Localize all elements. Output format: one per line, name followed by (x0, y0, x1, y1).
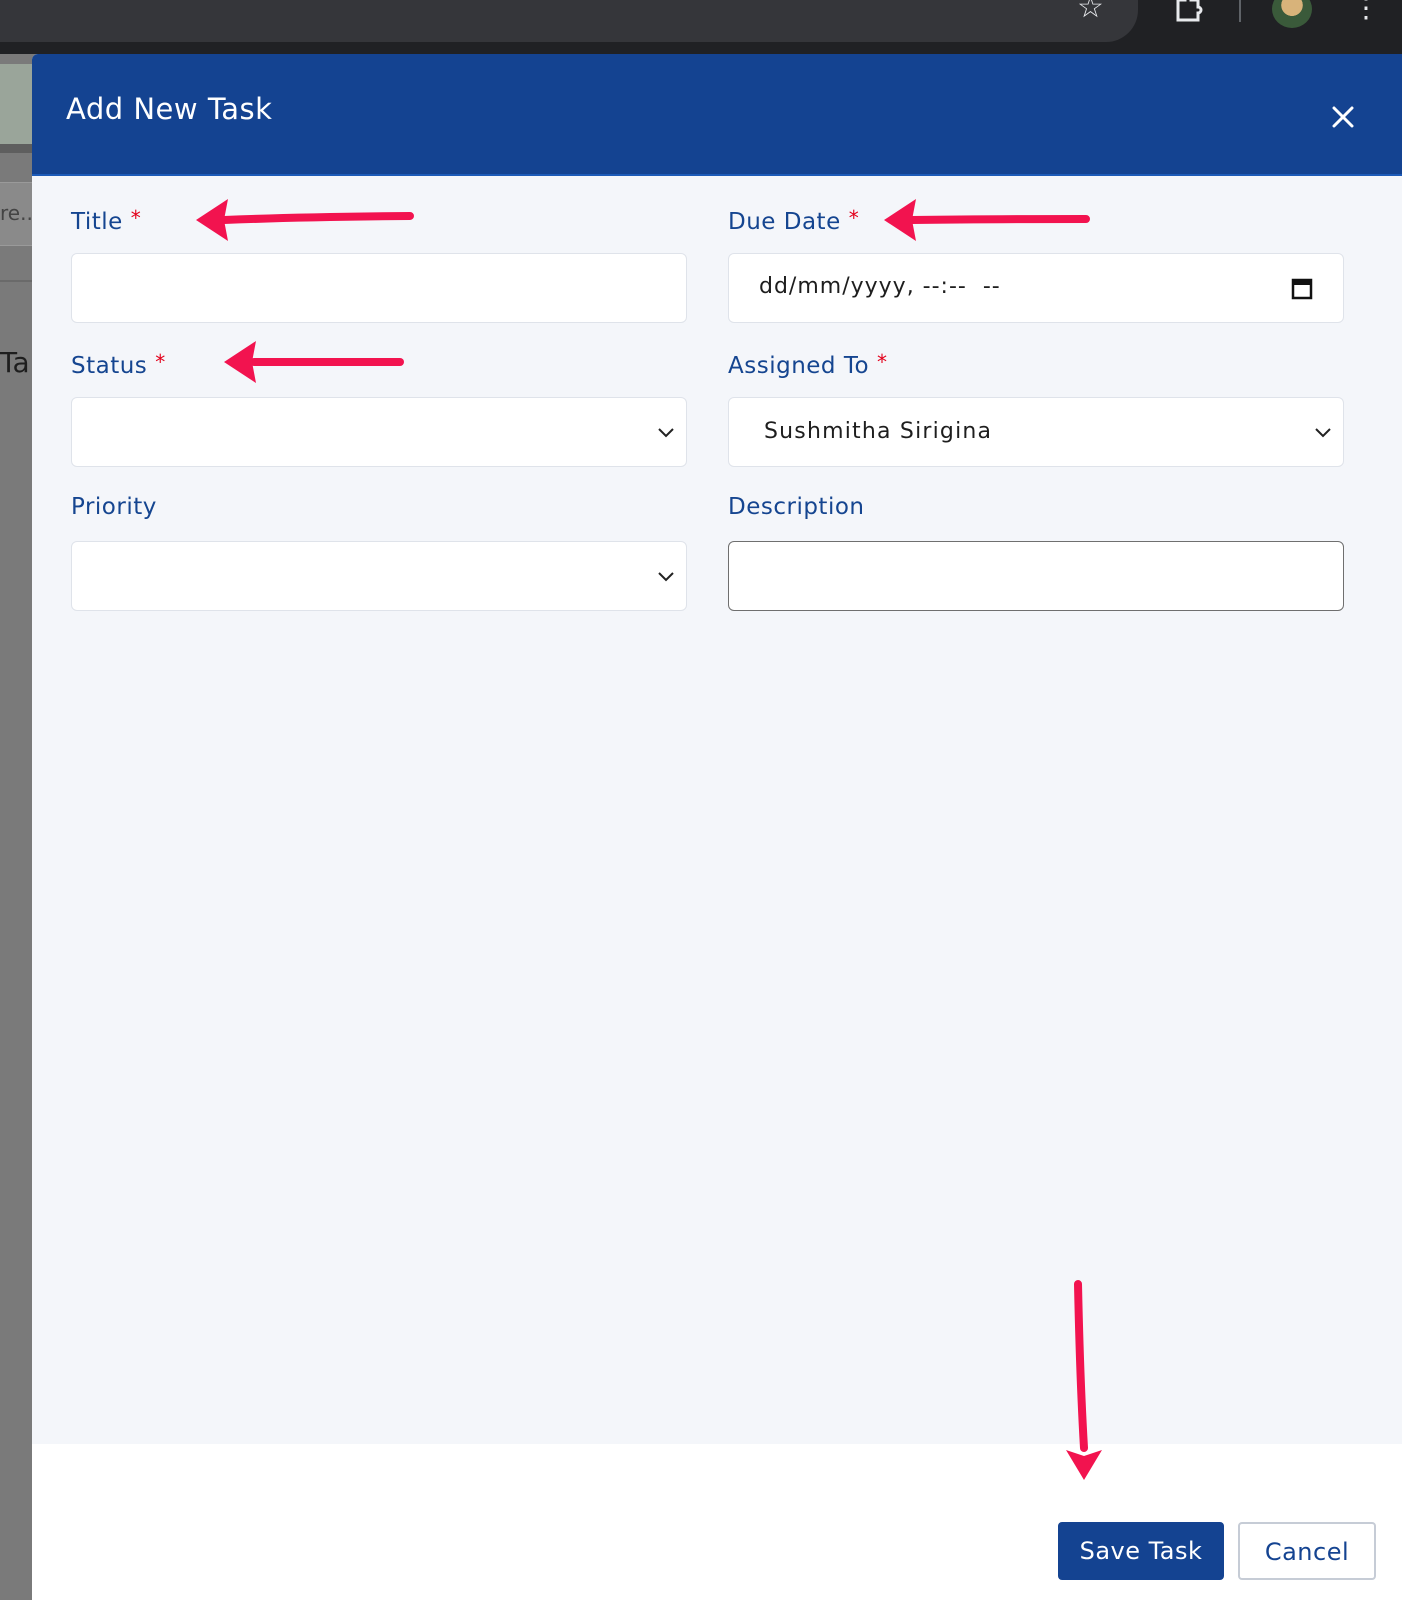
priority-label: Priority (71, 494, 157, 520)
modal-body: Title * Due Date * dd/mm/yyyy, --:-- -- St… (32, 176, 1402, 1444)
cancel-button[interactable]: Cancel (1238, 1522, 1376, 1580)
browser-toolbar: ☆ ⋮ (0, 0, 1402, 54)
priority-label-text: Priority (71, 494, 157, 520)
toolbar-divider (1239, 0, 1241, 22)
description-label: Description (728, 494, 865, 520)
chevron-down-icon (656, 422, 676, 442)
browser-address-area (0, 0, 1138, 42)
assigned-to-label-text: Assigned To (728, 353, 870, 379)
status-select[interactable] (71, 397, 687, 467)
required-marker: * (877, 350, 888, 374)
due-date-label-text: Due Date (728, 209, 841, 235)
assigned-to-select[interactable]: Sushmitha Sirigina (728, 397, 1344, 467)
title-input[interactable] (71, 253, 687, 323)
modal-header: Add New Task (32, 54, 1402, 176)
assigned-to-selected-value: Sushmitha Sirigina (764, 419, 993, 444)
background-heading: Ta (0, 346, 30, 379)
chevron-down-icon (1313, 422, 1333, 442)
assigned-to-label: Assigned To * (728, 350, 888, 379)
profile-avatar[interactable] (1272, 0, 1312, 28)
close-icon[interactable] (1328, 102, 1358, 132)
kebab-menu-icon[interactable]: ⋮ (1352, 0, 1380, 22)
description-label-text: Description (728, 494, 865, 520)
save-task-button[interactable]: Save Task (1058, 1522, 1224, 1580)
required-marker: * (848, 206, 860, 230)
due-date-input[interactable]: dd/mm/yyyy, --:-- -- (728, 253, 1344, 323)
status-label-text: Status (71, 353, 148, 379)
background-input-text: re.. (0, 201, 33, 225)
title-label-text: Title (71, 209, 123, 235)
calendar-icon[interactable] (1291, 276, 1313, 300)
chevron-down-icon (656, 566, 676, 586)
modal-title: Add New Task (66, 92, 273, 126)
status-label: Status * (71, 350, 166, 379)
required-marker: * (155, 350, 166, 374)
required-marker: * (130, 206, 142, 230)
add-task-modal: Add New Task Title * Due Date * dd/mm/yyyy… (32, 54, 1402, 1600)
priority-select[interactable] (71, 541, 687, 611)
star-icon[interactable]: ☆ (1077, 0, 1104, 23)
title-label: Title * (71, 206, 141, 235)
due-date-label: Due Date * (728, 206, 859, 235)
puzzle-extension-icon[interactable] (1174, 0, 1206, 27)
modal-footer: Save Task Cancel (32, 1444, 1402, 1600)
description-input[interactable] (728, 541, 1344, 611)
due-date-placeholder: dd/mm/yyyy, --:-- -- (759, 274, 1001, 299)
